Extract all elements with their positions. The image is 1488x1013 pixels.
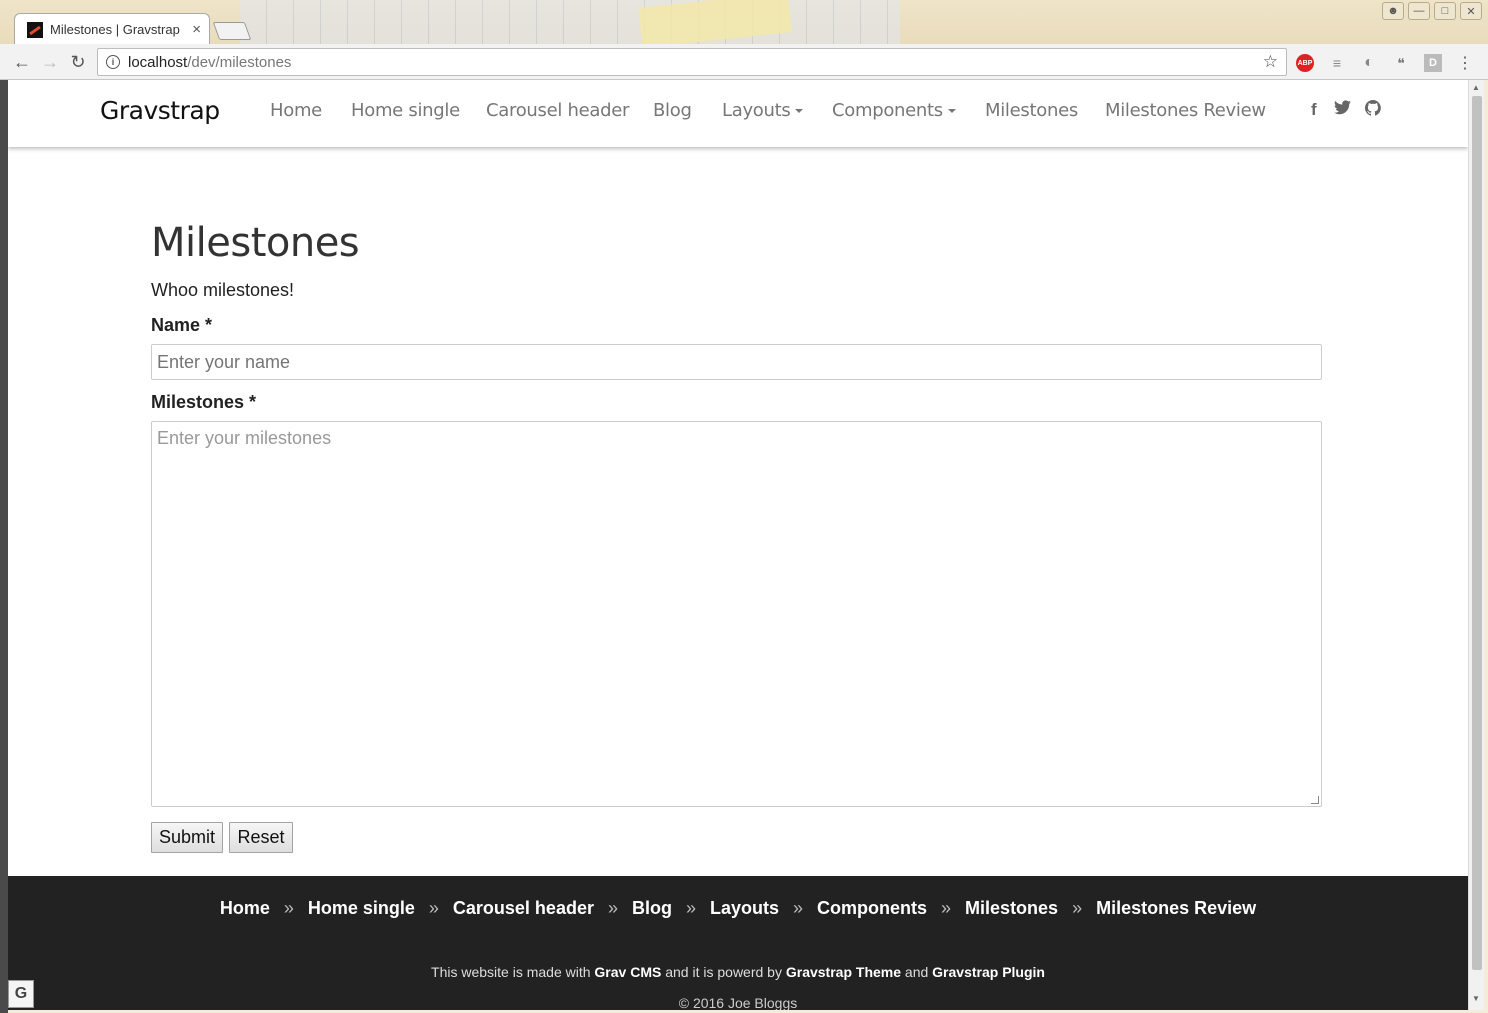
restore-icon[interactable]: □ bbox=[1434, 2, 1456, 20]
titlebar-decoration bbox=[240, 0, 900, 44]
page-title: Milestones bbox=[151, 220, 360, 266]
nav-components-dropdown[interactable]: Components bbox=[832, 100, 956, 121]
nav-blog[interactable]: Blog bbox=[653, 100, 692, 121]
site-brand[interactable]: Gravstrap bbox=[100, 96, 220, 125]
nav-layouts-dropdown[interactable]: Layouts bbox=[722, 100, 804, 121]
nav-milestones[interactable]: Milestones bbox=[985, 100, 1078, 121]
copyright: © 2016 Joe Bloggs bbox=[678, 995, 798, 1010]
footer-separator: » bbox=[607, 898, 618, 918]
tab-title: Milestones | Gravstrap bbox=[50, 22, 180, 37]
footer-link-milestones-review[interactable]: Milestones Review bbox=[1096, 898, 1256, 918]
made-and: and bbox=[904, 964, 929, 980]
address-bar[interactable]: i localhost /dev/milestones ☆ bbox=[97, 48, 1287, 76]
github-icon[interactable] bbox=[1364, 100, 1381, 121]
desktop-launcher-strip bbox=[0, 80, 8, 1013]
bookmark-star-icon[interactable]: ☆ bbox=[1263, 52, 1278, 72]
scrollbar-thumb[interactable] bbox=[1472, 96, 1482, 970]
milestones-form: Name * Milestones * Enter your milestone… bbox=[151, 315, 1323, 853]
made-mid: and it is powerd by bbox=[665, 964, 782, 980]
reset-button[interactable]: Reset bbox=[229, 822, 293, 853]
forward-icon[interactable]: → bbox=[38, 50, 62, 74]
milestones-placeholder: Enter your milestones bbox=[157, 428, 332, 448]
extension-d-icon[interactable]: D bbox=[1424, 54, 1442, 72]
back-icon[interactable]: ← bbox=[10, 50, 34, 74]
twitter-icon[interactable] bbox=[1334, 100, 1351, 120]
nav-carousel-header[interactable]: Carousel header bbox=[486, 100, 629, 121]
footer-link-home-single[interactable]: Home single bbox=[308, 898, 415, 918]
footer-link-milestones[interactable]: Milestones bbox=[965, 898, 1058, 918]
name-input[interactable] bbox=[151, 344, 1322, 380]
resize-handle-icon[interactable] bbox=[1311, 796, 1319, 804]
footer-link-layouts[interactable]: Layouts bbox=[710, 898, 779, 918]
site-navbar: Gravstrap Home Home single Carousel head… bbox=[8, 80, 1468, 147]
nav-home-single[interactable]: Home single bbox=[351, 100, 460, 121]
scroll-up-icon[interactable]: ▲ bbox=[1472, 83, 1480, 92]
footer-link-carousel-header[interactable]: Carousel header bbox=[453, 898, 594, 918]
browser-toolbar: ← → ↻ i localhost /dev/milestones ☆ ABP … bbox=[0, 44, 1488, 80]
intro-text: Whoo milestones! bbox=[151, 280, 295, 300]
submit-button[interactable]: Submit bbox=[151, 822, 224, 853]
gravstrap-theme-link[interactable]: Gravstrap Theme bbox=[786, 964, 901, 980]
browser-titlebar: Milestones | Gravstrap × ☻ — □ ✕ bbox=[0, 0, 1488, 48]
site-info-icon[interactable]: i bbox=[106, 55, 120, 69]
footer-separator: » bbox=[1072, 898, 1083, 918]
footer-separator: » bbox=[428, 898, 439, 918]
footer-link-components[interactable]: Components bbox=[817, 898, 927, 918]
scroll-down-icon[interactable]: ▼ bbox=[1472, 994, 1480, 1003]
grav-cms-link[interactable]: Grav CMS bbox=[594, 964, 661, 980]
footer-link-blog[interactable]: Blog bbox=[632, 898, 672, 918]
nav-layouts-label: Layouts bbox=[722, 100, 791, 121]
recaptcha-icon[interactable]: G bbox=[8, 980, 34, 1008]
site-footer: Home » Home single » Carousel header » Blog » La… bbox=[8, 876, 1468, 1010]
reload-icon[interactable]: ↻ bbox=[66, 50, 90, 74]
gravstrap-plugin-link[interactable]: Gravstrap Plugin bbox=[932, 964, 1045, 980]
close-icon[interactable]: ✕ bbox=[1460, 2, 1482, 20]
nav-milestones-review[interactable]: Milestones Review bbox=[1105, 100, 1266, 121]
extension-settings-icon[interactable]: ≡ bbox=[1328, 54, 1346, 72]
user-icon[interactable]: ☻ bbox=[1382, 2, 1404, 20]
milestones-textarea[interactable]: Enter your milestones bbox=[151, 421, 1322, 807]
browser-tab[interactable]: Milestones | Gravstrap × bbox=[14, 13, 210, 45]
new-tab-button[interactable] bbox=[212, 22, 252, 40]
footer-separator: » bbox=[941, 898, 952, 918]
url-host: localhost bbox=[128, 53, 188, 71]
contrast-icon[interactable]: ◐ bbox=[1360, 54, 1378, 72]
facebook-icon[interactable]: f bbox=[1311, 100, 1317, 120]
made-with-text: This website is made with Grav CMS and i… bbox=[8, 964, 1468, 980]
gravstrap-favicon-icon bbox=[27, 21, 43, 38]
window-controls: ☻ — □ ✕ bbox=[1382, 2, 1482, 20]
url-path: /dev/milestones bbox=[187, 53, 292, 71]
page-scrollbar[interactable]: ▲ ▼ bbox=[1468, 80, 1484, 1010]
footer-link-home[interactable]: Home bbox=[220, 898, 270, 918]
footer-separator: » bbox=[793, 898, 804, 918]
caret-down-icon bbox=[947, 109, 956, 113]
nav-home[interactable]: Home bbox=[270, 100, 322, 121]
milestones-label: Milestones * bbox=[151, 392, 257, 412]
adblock-icon[interactable]: ABP bbox=[1296, 54, 1314, 72]
footer-separator: » bbox=[283, 898, 294, 918]
browser-menu-icon[interactable]: ⋮ bbox=[1456, 54, 1474, 72]
minimize-icon[interactable]: — bbox=[1408, 2, 1430, 20]
main-content: Milestones Whoo milestones! Name * Miles… bbox=[151, 220, 1323, 853]
comment-icon[interactable]: ❝ bbox=[1392, 54, 1410, 72]
caret-down-icon bbox=[795, 109, 804, 113]
name-label: Name * bbox=[151, 315, 213, 335]
page-viewport: Gravstrap Home Home single Carousel head… bbox=[8, 80, 1468, 1010]
footer-nav: Home » Home single » Carousel header » Blog » La… bbox=[8, 898, 1468, 919]
made-prefix: This website is made with bbox=[431, 964, 591, 980]
tab-close-icon[interactable]: × bbox=[192, 21, 201, 38]
nav-components-label: Components bbox=[832, 100, 943, 121]
footer-separator: » bbox=[685, 898, 696, 918]
